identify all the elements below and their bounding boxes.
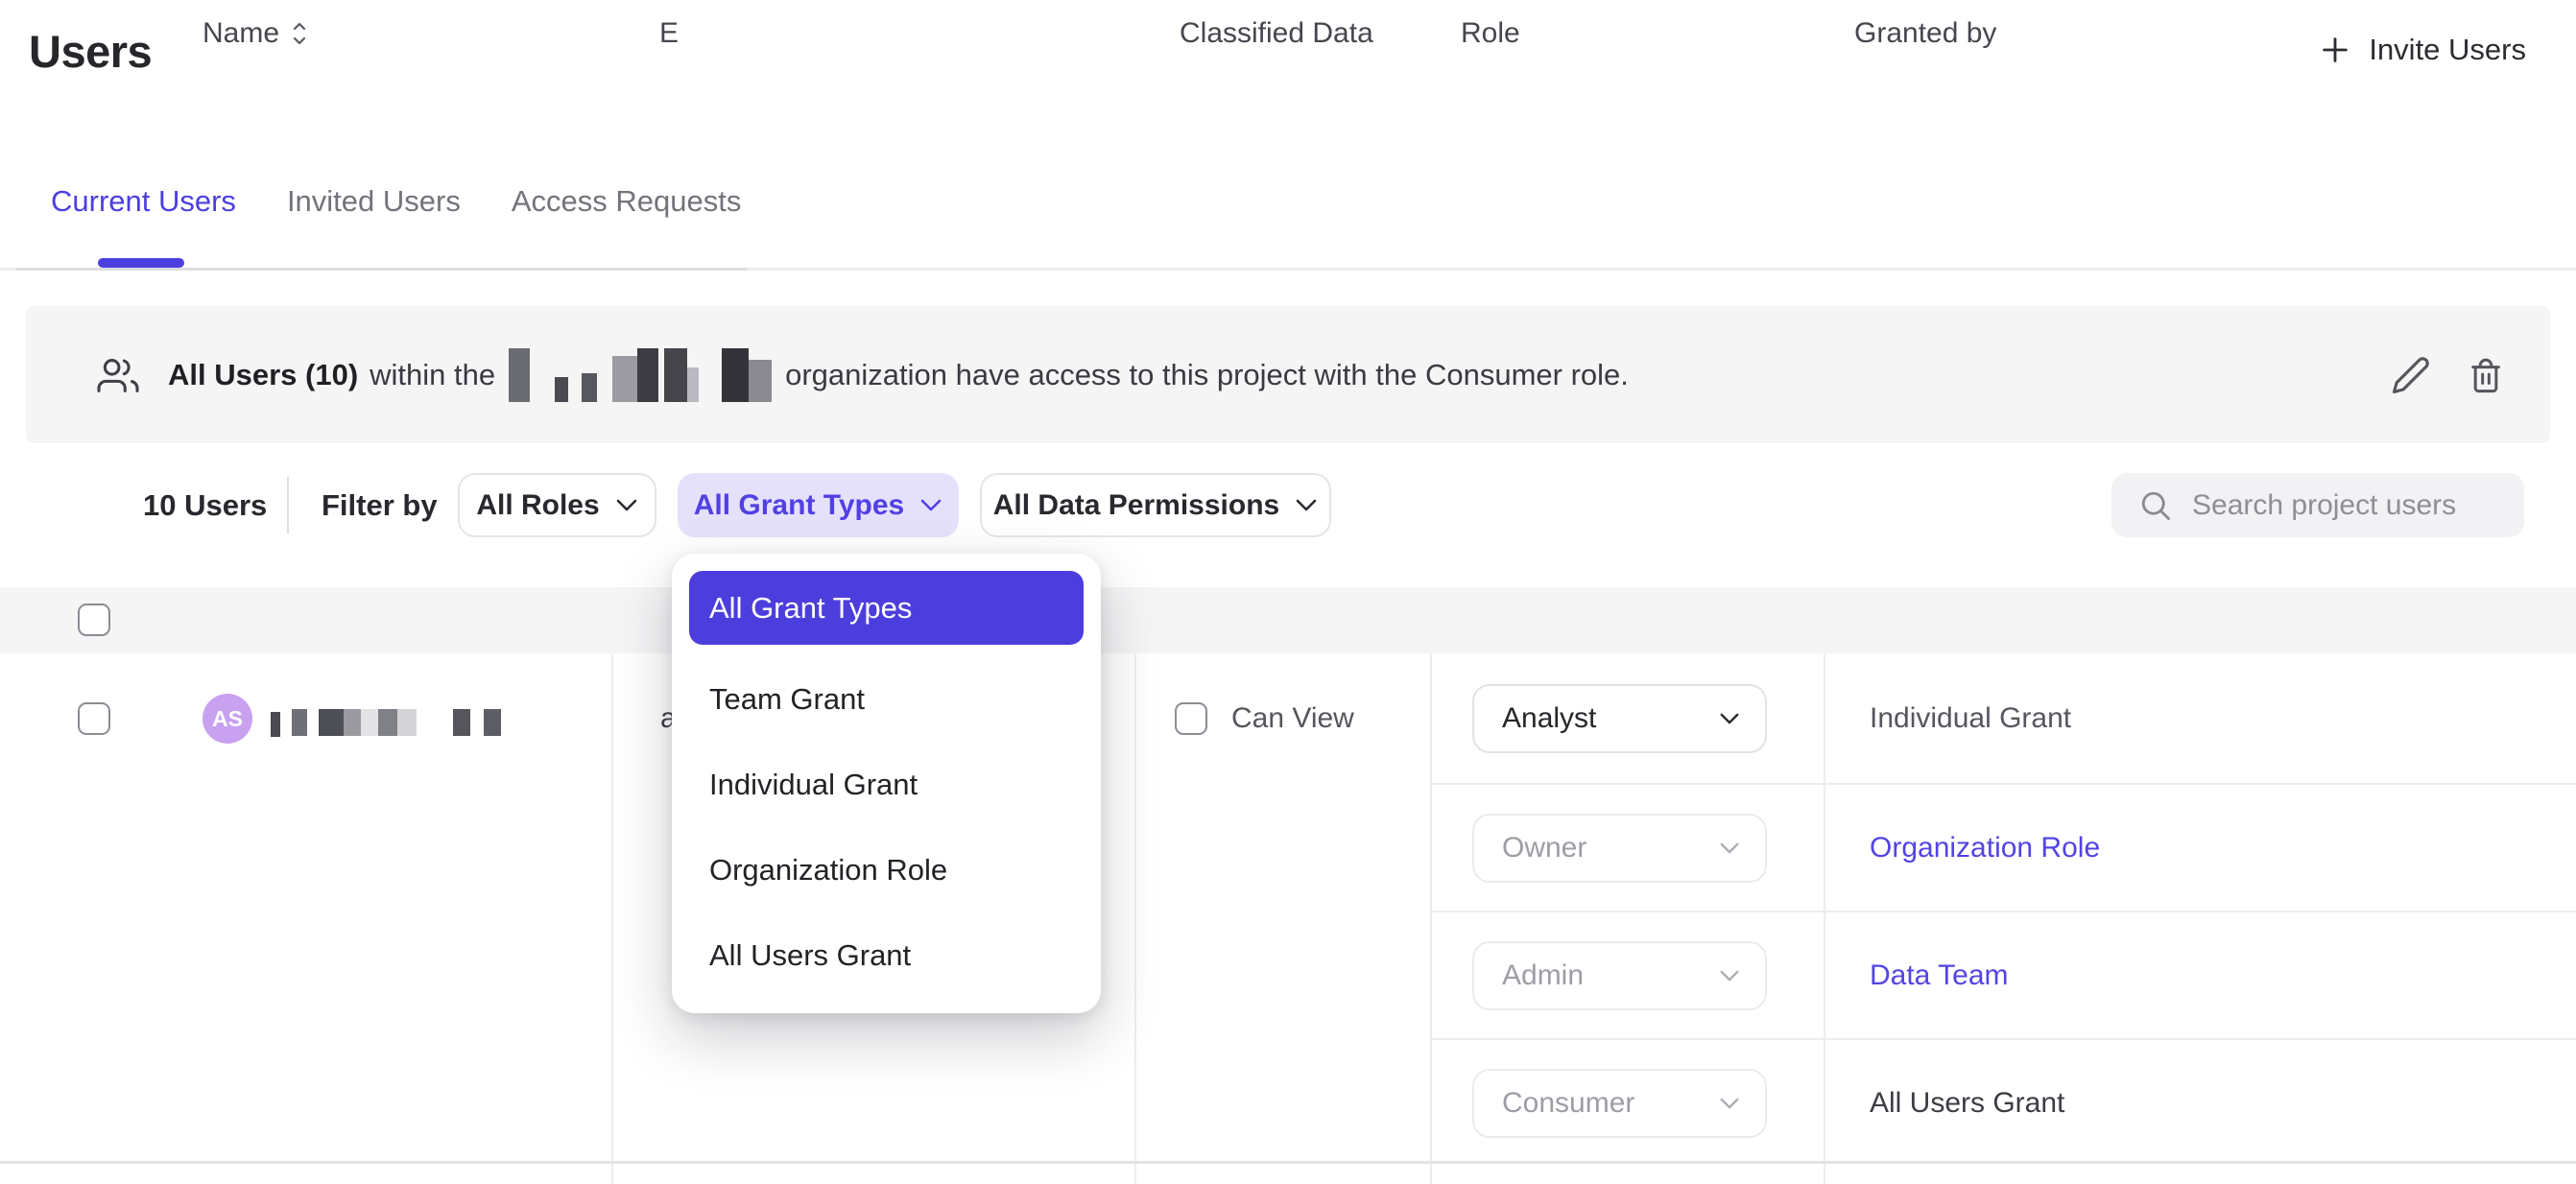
users-icon <box>96 356 140 394</box>
plus-icon <box>2319 34 2351 66</box>
column-divider <box>1430 653 1432 1184</box>
role-select-consumer: Consumer <box>1472 1069 1767 1138</box>
active-tab-indicator <box>98 258 184 268</box>
column-divider <box>611 653 613 1184</box>
granted-by-organization-role-link[interactable]: Organization Role <box>1870 832 2100 864</box>
redacted-org-name <box>509 348 772 402</box>
trash-icon[interactable] <box>2467 355 2505 395</box>
chevron-down-icon <box>919 498 942 512</box>
page-title: Users <box>29 25 152 78</box>
invite-users-button[interactable]: Invite Users <box>2319 33 2526 67</box>
column-header-name[interactable]: Name <box>203 0 307 66</box>
tab-divider-dark <box>16 268 747 271</box>
select-all-checkbox[interactable] <box>78 604 110 636</box>
sub-row-divider <box>1430 1038 2576 1040</box>
menu-item-team-grant[interactable]: Team Grant <box>689 656 1084 742</box>
chevron-down-icon <box>1719 1097 1740 1110</box>
role-select-owner: Owner <box>1472 814 1767 883</box>
chevron-down-icon <box>1295 498 1318 512</box>
table-header <box>0 587 2576 653</box>
banner-bold-text: All Users (10) <box>168 358 358 392</box>
menu-item-organization-role[interactable]: Organization Role <box>689 827 1084 912</box>
tab-current-users[interactable]: Current Users <box>51 184 236 219</box>
all-users-banner: All Users (10) within the organization h… <box>26 306 2550 443</box>
tab-invited-users[interactable]: Invited Users <box>287 184 461 219</box>
chevron-down-icon <box>1719 841 1740 855</box>
row-checkbox[interactable] <box>78 702 110 735</box>
tab-access-requests[interactable]: Access Requests <box>512 184 742 219</box>
role-select-analyst[interactable]: Analyst <box>1472 684 1767 753</box>
banner-suffix-text: organization have access to this project… <box>785 358 1629 392</box>
banner-middle-text: within the <box>370 358 495 392</box>
role-select-admin: Admin <box>1472 941 1767 1010</box>
menu-item-all-grant-types[interactable]: All Grant Types <box>689 571 1084 645</box>
granted-by-all-users-grant: All Users Grant <box>1870 1087 2064 1120</box>
filter-by-label: Filter by <box>322 473 438 537</box>
search-icon <box>2138 488 2173 523</box>
filter-all-roles[interactable]: All Roles <box>458 473 656 537</box>
invite-users-label: Invite Users <box>2369 33 2526 67</box>
chevron-down-icon <box>615 498 638 512</box>
row-divider <box>0 1161 2576 1164</box>
tab-bar: Current Users Invited Users Access Reque… <box>51 184 741 219</box>
sub-row-divider <box>1430 911 2576 912</box>
toolbar-divider <box>287 477 289 533</box>
sort-icon <box>292 21 307 46</box>
avatar: AS <box>203 694 252 744</box>
grant-types-dropdown: All Grant Types Team Grant Individual Gr… <box>672 554 1101 1013</box>
menu-item-all-users-grant[interactable]: All Users Grant <box>689 912 1084 998</box>
menu-list: Team Grant Individual Grant Organization… <box>689 656 1084 998</box>
sub-row-divider <box>1430 783 2576 785</box>
can-view-label: Can View <box>1231 702 1354 735</box>
chevron-down-icon <box>1719 712 1740 725</box>
banner-text: All Users (10) within the organization h… <box>168 348 1629 402</box>
user-count: 10 Users <box>143 473 267 537</box>
column-divider <box>1824 653 1825 1184</box>
filter-all-data-permissions[interactable]: All Data Permissions <box>980 473 1331 537</box>
chevron-down-icon <box>1719 969 1740 983</box>
column-header-role: Role <box>1461 0 1520 66</box>
users-page: Users Invite Users Current Users Invited… <box>0 0 2576 1184</box>
granted-by-individual-grant: Individual Grant <box>1870 702 2071 735</box>
menu-item-individual-grant[interactable]: Individual Grant <box>689 742 1084 827</box>
column-header-granted-by: Granted by <box>1854 0 1996 66</box>
filter-all-grant-types[interactable]: All Grant Types <box>678 473 959 537</box>
search-box <box>2111 473 2524 537</box>
can-view-checkbox[interactable] <box>1175 702 1207 735</box>
column-header-classified-data: Classified Data <box>1180 0 1373 66</box>
column-divider <box>1134 653 1136 1184</box>
granted-by-data-team-link[interactable]: Data Team <box>1870 959 2009 992</box>
column-header-email: E <box>659 0 679 66</box>
search-input[interactable] <box>2192 489 2509 522</box>
edit-icon[interactable] <box>2391 355 2431 395</box>
redacted-user-name <box>271 708 501 737</box>
